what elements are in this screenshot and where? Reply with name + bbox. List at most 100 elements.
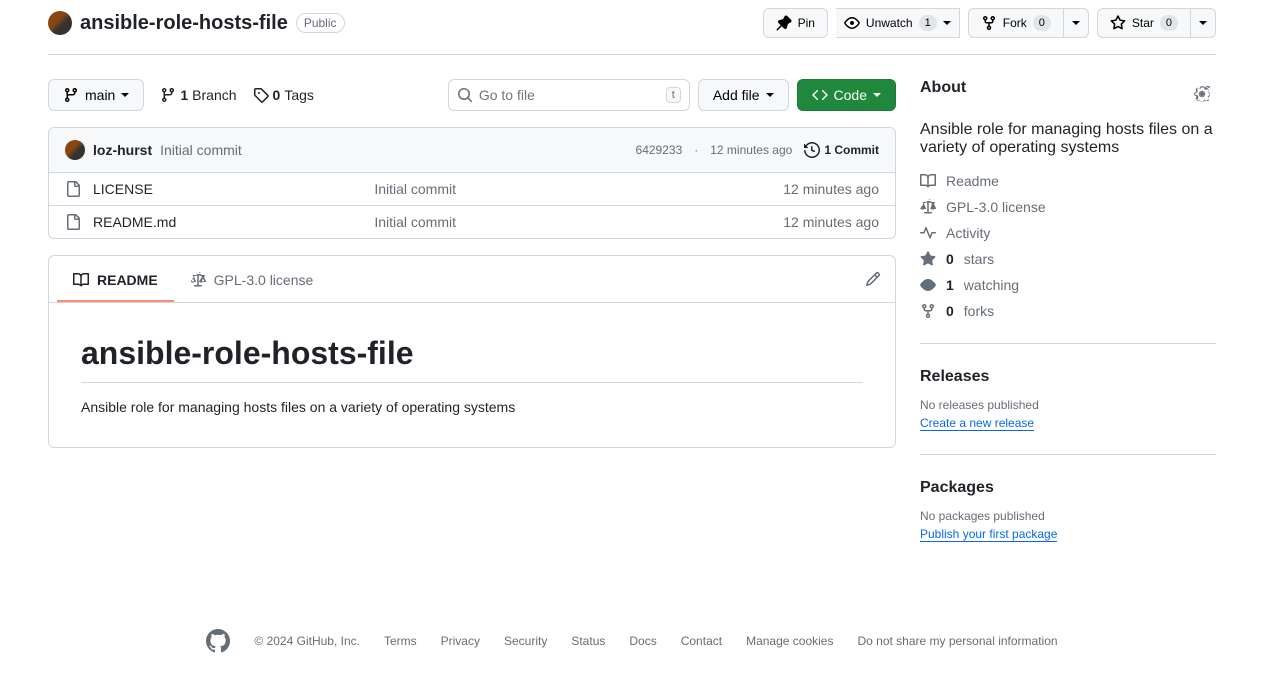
branches-link[interactable]: 1 Branch [160,87,236,103]
star-icon [1110,15,1126,31]
caret-down-icon [943,21,951,25]
fork-button-group: Fork 0 [968,8,1089,38]
commit-author[interactable]: loz-hurst [93,142,152,158]
visibility-badge: Public [296,13,345,33]
releases-section: Releases No releases published Create a … [920,368,1216,455]
tags-link[interactable]: 0 Tags [253,87,314,103]
commit-author-avatar[interactable] [65,140,85,160]
pin-button[interactable]: Pin [763,8,828,38]
settings-button[interactable] [1188,80,1216,108]
footer-link[interactable]: Security [504,634,547,648]
fork-count: 0 [1033,15,1051,31]
branch-icon [63,87,79,103]
footer-link[interactable]: Docs [629,634,656,648]
tab-license[interactable]: GPL-3.0 license [174,264,330,302]
history-icon [804,142,820,158]
code-button[interactable]: Code [797,79,896,111]
add-file-button[interactable]: Add file [698,79,789,111]
file-name-cell[interactable]: LICENSE [65,181,374,197]
fork-label: Fork [1003,13,1027,33]
stars-link[interactable]: 0 stars [920,251,1216,267]
fork-button[interactable]: Fork 0 [968,8,1064,38]
watching-count: 1 [946,277,954,293]
commit-sep: · [694,143,698,157]
book-icon [920,173,936,189]
footer-link[interactable]: Terms [384,634,417,648]
releases-heading[interactable]: Releases [920,368,1216,386]
tag-count-label: Tags [284,87,314,103]
star-dropdown[interactable] [1191,8,1216,38]
law-icon [190,272,206,288]
stars-count: 0 [946,251,954,267]
readme-content: ansible-role-hosts-file Ansible role for… [49,303,895,447]
readme-link[interactable]: Readme [920,173,1216,189]
footer-link[interactable]: Contact [681,634,722,648]
watching-link[interactable]: 1 watching [920,277,1216,293]
github-logo-icon[interactable] [206,629,230,653]
caret-down-icon [1072,21,1080,25]
fork-icon [920,303,936,319]
star-button[interactable]: Star 0 [1097,8,1191,38]
publish-package-link[interactable]: Publish your first package [920,527,1057,542]
footer: © 2024 GitHub, Inc. Terms Privacy Securi… [48,589,1216,677]
unwatch-label: Unwatch [866,13,913,33]
forks-link[interactable]: 0 forks [920,303,1216,319]
pencil-icon [865,271,881,287]
readme-tabs-row: README GPL-3.0 license [49,256,895,303]
releases-none: No releases published [920,398,1216,412]
owner-avatar[interactable] [48,11,72,35]
commit-message[interactable]: Initial commit [160,142,242,158]
eye-icon [844,15,860,31]
repo-header: ansible-role-hosts-file Public Pin Unwat… [48,0,1216,55]
commit-left: loz-hurst Initial commit [65,140,242,160]
readme-h1: ansible-role-hosts-file [81,335,863,383]
pin-icon [776,15,792,31]
commits-link[interactable]: 1 Commit [804,142,879,158]
file-nav-left: main 1 Branch 0 Tags [48,79,314,111]
file-commit-msg[interactable]: Initial commit [374,181,783,197]
branch-icon [160,87,176,103]
file-name: LICENSE [93,181,153,197]
packages-heading[interactable]: Packages [920,479,1216,497]
packages-section: Packages No packages published Publish y… [920,479,1216,565]
search-input[interactable] [479,87,666,103]
unwatch-button[interactable]: Unwatch 1 [836,8,960,38]
footer-link[interactable]: Do not share my personal information [857,634,1057,648]
pulse-icon [920,225,936,241]
tab-readme[interactable]: README [57,264,174,302]
license-link[interactable]: GPL-3.0 license [920,199,1216,215]
repo-title-group: ansible-role-hosts-file Public [48,11,345,35]
branch-select-button[interactable]: main [48,79,144,111]
footer-link[interactable]: Privacy [441,634,480,648]
search-shortcut-key: t [666,87,681,103]
file-icon [65,214,81,230]
footer-link[interactable]: Status [571,634,605,648]
tag-count: 0 [273,87,281,103]
fork-icon [981,15,997,31]
commit-sha[interactable]: 6429233 [636,143,683,157]
go-to-file-search[interactable]: t [448,79,690,111]
caret-down-icon [766,93,774,97]
file-name-cell[interactable]: README.md [65,214,374,230]
eye-icon [920,277,936,293]
repo-name[interactable]: ansible-role-hosts-file [80,12,288,35]
create-release-link[interactable]: Create a new release [920,416,1034,431]
activity-label: Activity [946,225,990,241]
about-description: Ansible role for managing hosts files on… [920,121,1216,157]
branch-count: 1 [180,87,188,103]
file-name: README.md [93,214,176,230]
fork-dropdown[interactable] [1064,8,1089,38]
latest-commit-header: loz-hurst Initial commit 6429233 · 12 mi… [49,128,895,173]
about-section: About Ansible role for managing hosts fi… [920,79,1216,344]
packages-none: No packages published [920,509,1216,523]
file-row: README.md Initial commit 12 minutes ago [49,206,895,238]
activity-link[interactable]: Activity [920,225,1216,241]
star-label: Star [1132,13,1154,33]
main-left: main 1 Branch 0 Tags [48,79,896,589]
file-commit-msg[interactable]: Initial commit [374,214,783,230]
footer-link[interactable]: Manage cookies [746,634,833,648]
edit-readme-button[interactable] [859,265,887,293]
commit-time: 12 minutes ago [710,143,792,157]
file-time: 12 minutes ago [783,181,879,197]
sidebar: About Ansible role for managing hosts fi… [920,79,1216,589]
